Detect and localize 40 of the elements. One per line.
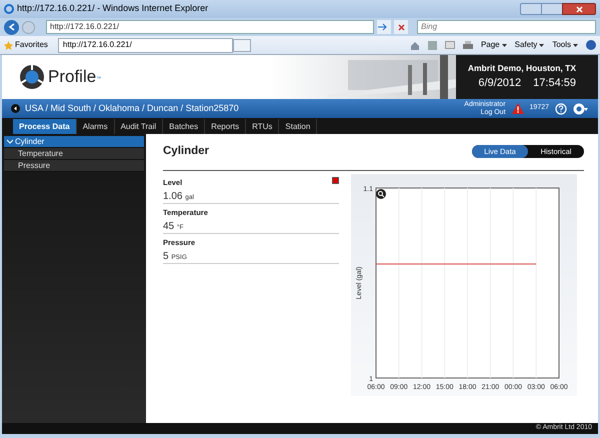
alarm-icon[interactable] [512, 103, 524, 114]
minimize-button[interactable] [520, 3, 542, 15]
settings-icon[interactable] [573, 102, 589, 114]
back-icon[interactable] [11, 104, 20, 113]
tree-item[interactable]: Cylinder [4, 136, 144, 148]
nav-tab[interactable]: Process Data [13, 119, 77, 134]
tree-item[interactable]: Temperature [4, 148, 144, 160]
star-icon [4, 40, 13, 50]
mail-icon[interactable] [444, 41, 455, 49]
favorites-button[interactable]: Favorites [4, 39, 48, 51]
time-text: 17:54:59 [533, 76, 576, 92]
date-text: 6/9/2012 [478, 76, 522, 92]
home-icon[interactable] [410, 40, 420, 50]
caret-icon [539, 44, 544, 46]
tree-item[interactable]: Pressure [4, 160, 144, 172]
close-icon [398, 24, 404, 30]
back-button[interactable] [4, 20, 19, 34]
browser-tab[interactable]: http://172.16.0.221/ [58, 38, 233, 52]
maximize-button[interactable] [542, 3, 562, 15]
address-field[interactable]: http://172.16.0.221/ [46, 20, 374, 34]
menu-button[interactable]: Safety [514, 39, 544, 51]
arrow-icon [377, 23, 387, 31]
menu-button[interactable]: Tools [552, 39, 578, 51]
page-title: Cylinder [163, 144, 210, 159]
close-icon [576, 6, 582, 12]
refresh-button[interactable] [377, 20, 391, 34]
menu-button[interactable]: Page [480, 39, 507, 51]
print-icon[interactable] [462, 40, 473, 50]
window-title: http://172.16.0.221/ - Windows Internet Explorer [17, 2, 208, 16]
close-button[interactable] [562, 3, 596, 15]
site-name: Ambrit Demo, Houston, TX [468, 62, 576, 76]
zoom-icon[interactable] [376, 189, 386, 200]
breadcrumb-text[interactable]: USA / Mid South / Oklahoma / Duncan / Station25870 [25, 102, 239, 116]
chevron-icon[interactable] [7, 138, 13, 144]
stop-button[interactable] [394, 20, 408, 34]
caret-icon [573, 44, 578, 46]
browser-icon [4, 4, 14, 14]
caret-icon [502, 44, 507, 46]
logo-icon [19, 64, 45, 90]
search-field[interactable]: Bing [417, 20, 596, 34]
